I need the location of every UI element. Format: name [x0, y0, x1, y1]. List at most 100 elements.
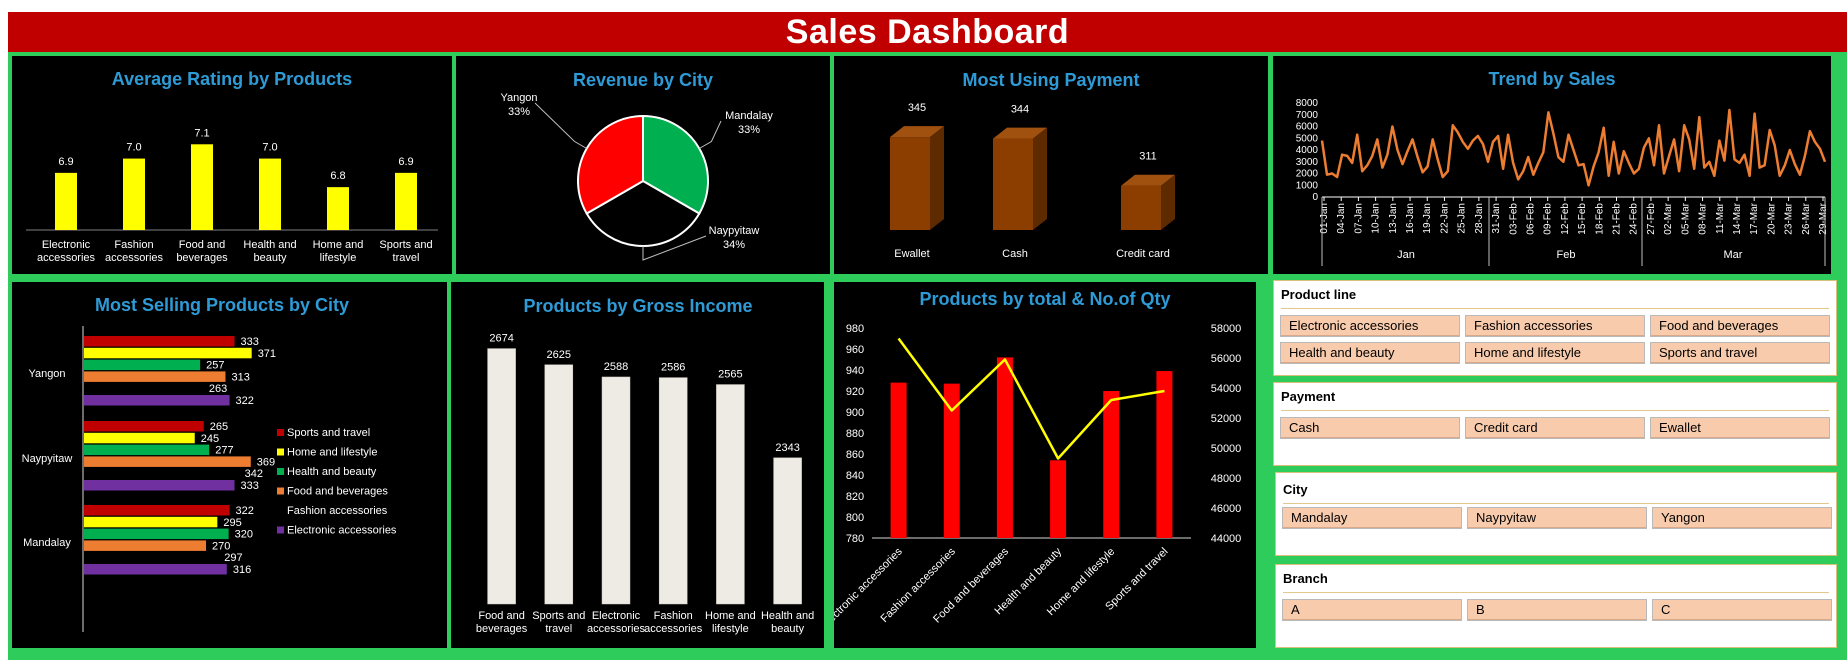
data-label: 297: [224, 552, 242, 564]
bar-sports-and-travel: [395, 172, 417, 230]
y-left-tick-label: 900: [846, 407, 864, 419]
slicer-item-b[interactable]: B: [1467, 599, 1647, 621]
data-label: 333: [241, 480, 259, 492]
data-label: 322: [236, 395, 254, 407]
chart-svg: Products by Gross Income 2674 Food andbeve…: [476, 296, 814, 635]
y-tick-label: 7000: [1296, 110, 1319, 121]
data-label: 2674: [489, 333, 513, 345]
y-left-tick-label: 880: [846, 428, 864, 440]
bar-credit-card: [1121, 185, 1161, 230]
slicer-item-a[interactable]: A: [1282, 599, 1462, 621]
x-tick-label: 12-Feb: [1560, 203, 1571, 235]
x-tick-label: Ewallet: [894, 248, 929, 260]
leader-line: [534, 102, 587, 149]
y-left-tick-label: 980: [846, 323, 864, 335]
pie-value-label: 33%: [738, 124, 760, 136]
data-label: 342: [245, 468, 263, 480]
bar-electronic-accessories: [890, 382, 907, 538]
month-label: Jan: [1397, 249, 1415, 261]
bar-naypyitaw-home-and-lifestyle: [84, 432, 195, 444]
x-tick-label: 15-Feb: [1577, 203, 1588, 235]
x-tick-label: Electronic: [592, 610, 641, 622]
bar-home-and-lifestyle: [327, 187, 349, 230]
legend-swatch-home-and-lifestyle: [277, 448, 284, 456]
x-tick-label: accessories: [37, 252, 96, 264]
bar-naypyitaw-electronic-accessories: [84, 480, 235, 491]
slicer-item-c[interactable]: C: [1652, 599, 1832, 621]
slicer-product-line: Product line Electronic accessories Fash…: [1273, 280, 1837, 376]
chart-title: Products by Gross Income: [523, 296, 752, 316]
x-tick-label: 04-Jan: [1336, 203, 1347, 234]
x-tick-label: travel: [393, 252, 420, 264]
slicer-item-health-and-beauty[interactable]: Health and beauty: [1280, 342, 1460, 364]
slicer-item-home-and-lifestyle[interactable]: Home and lifestyle: [1465, 342, 1645, 364]
chart-title: Revenue by City: [573, 70, 713, 90]
data-label: 295: [223, 517, 241, 529]
x-tick-label: 19-Jan: [1422, 203, 1433, 234]
y-tick-label: Naypyitaw: [22, 453, 73, 465]
y-left-tick-label: 800: [846, 512, 864, 524]
x-tick-label: Health and: [761, 610, 814, 622]
slicer-item-yangon[interactable]: Yangon: [1652, 507, 1832, 529]
y-left-tick-label: 960: [846, 344, 864, 356]
bar-electronic-accessories: [55, 172, 77, 230]
bar-ewallet: [890, 137, 930, 230]
pie-value-label: 34%: [723, 239, 745, 251]
chart-title: Products by total & No.of Qty: [919, 289, 1170, 309]
y-left-tick-label: 840: [846, 470, 864, 482]
x-tick-label: 10-Jan: [1371, 203, 1382, 234]
selling-by-city-panel: Most Selling Products by City 333 371 257 31…: [12, 282, 447, 648]
chart-svg: Trend by Sales 01000200030004000500060007…: [1296, 69, 1829, 266]
data-label: 270: [212, 540, 230, 552]
legend-swatch-health-and-beauty: [277, 468, 284, 475]
gross-income-panel: Products by Gross Income 2674 Food and beve…: [451, 282, 824, 648]
y-right-tick-label: 44000: [1211, 533, 1242, 545]
slicer-item-electronic-accessories[interactable]: Electronic accessories: [1280, 315, 1460, 337]
chart-title: Trend by Sales: [1488, 69, 1615, 89]
pie-label: Mandalay: [725, 110, 773, 122]
slicer-title: Branch: [1283, 571, 1328, 586]
chart-svg: Average Rating by Products6.9Electronica…: [26, 69, 438, 264]
data-label: 316: [233, 564, 251, 576]
chart-svg: Most Using Payment 345 Ewallet 344 Cash 311 Cr…: [890, 70, 1175, 260]
slicer-item-credit-card[interactable]: Credit card: [1465, 417, 1645, 439]
x-tick-label: 06-Feb: [1525, 203, 1536, 235]
y-right-tick-label: 54000: [1211, 383, 1242, 395]
slicer-item-fashion-accessories[interactable]: Fashion accessories: [1465, 315, 1645, 337]
bar-naypyitaw-fashion-accessories: [84, 468, 239, 479]
slicer-title: City: [1283, 482, 1308, 497]
y-right-tick-label: 48000: [1211, 473, 1242, 485]
bar-food-and-beverages: [487, 348, 516, 605]
slicer-item-food-and-beverages[interactable]: Food and beverages: [1650, 315, 1830, 337]
y-right-tick-label: 46000: [1211, 503, 1242, 515]
data-label: 313: [231, 371, 249, 383]
month-label: Mar: [1724, 249, 1743, 261]
bar-yangon-food-and-beverages: [84, 371, 226, 382]
y-tick-label: 1000: [1296, 180, 1319, 191]
bar-health-and-beauty: [1050, 460, 1067, 538]
x-tick-label: beauty: [771, 623, 805, 635]
x-tick-label: 27-Feb: [1646, 203, 1657, 235]
data-label: 2343: [775, 442, 799, 454]
slicer-item-ewallet[interactable]: Ewallet: [1650, 417, 1830, 439]
qty-line: [897, 337, 1165, 460]
slicer-item-sports-and-travel[interactable]: Sports and travel: [1650, 342, 1830, 364]
bar-mandalay-fashion-accessories: [84, 552, 219, 563]
legend-label: Food and beverages: [287, 486, 388, 498]
slicer-item-cash[interactable]: Cash: [1280, 417, 1460, 439]
x-tick-label: 22-Jan: [1439, 203, 1450, 234]
slicer-item-naypyitaw[interactable]: Naypyitaw: [1467, 507, 1647, 529]
slicer-item-mandalay[interactable]: Mandalay: [1282, 507, 1462, 529]
payment-panel: Most Using Payment 345 Ewallet 344 Cash 311 Cr…: [834, 56, 1268, 274]
sales-trend-line: [1320, 108, 1827, 187]
y-tick-label: Mandalay: [23, 537, 71, 549]
slicer-branch: Branch A B C: [1275, 564, 1837, 648]
legend-label: Home and lifestyle: [287, 447, 378, 459]
y-left-tick-label: 920: [846, 386, 864, 398]
data-label: 369: [257, 456, 275, 468]
data-label: 2586: [661, 362, 685, 374]
revenue-by-city-panel: Revenue by City Mandalay 33% Naypyitaw 34% Ya…: [456, 56, 830, 274]
bar-yangon-fashion-accessories: [84, 383, 203, 394]
dashboard-title: Sales Dashboard: [8, 12, 1847, 52]
y-tick-label: 5000: [1296, 133, 1319, 144]
